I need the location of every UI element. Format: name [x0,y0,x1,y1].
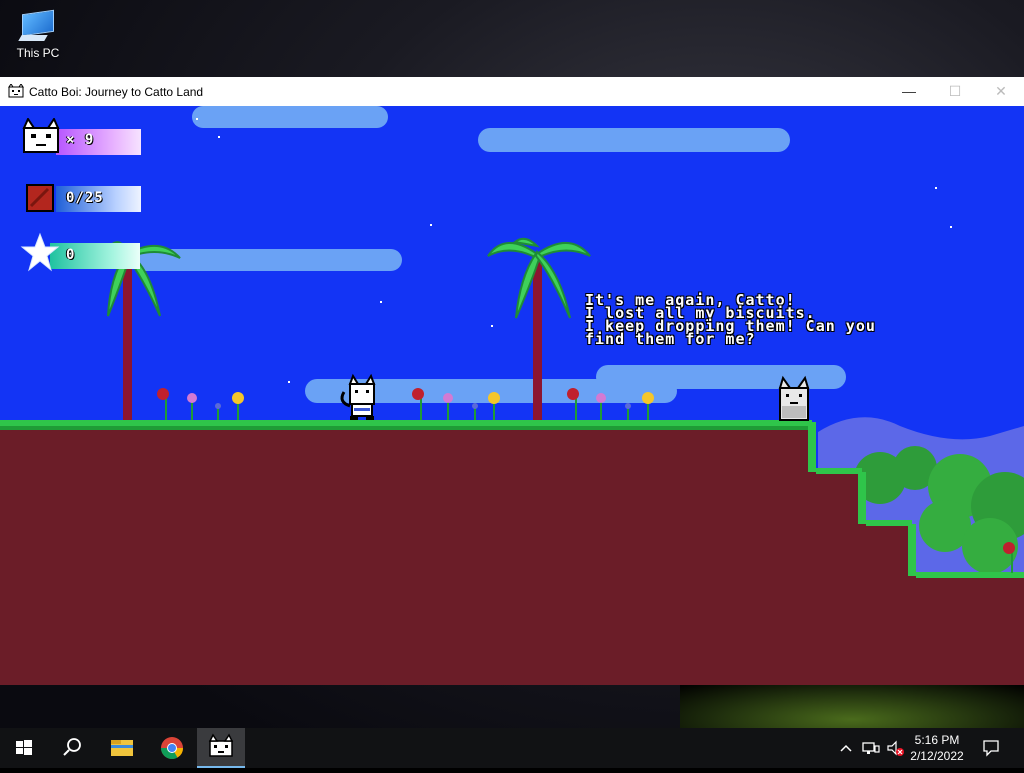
folder-icon [111,740,133,756]
search-button[interactable] [48,728,96,768]
grass-top [0,420,812,426]
npc-catto-sprite [778,375,810,421]
wallpaper-glow [680,685,1024,728]
chevron-up-icon[interactable] [838,740,854,756]
stars-bar [50,243,140,269]
start-button[interactable] [0,728,48,768]
catto-app-icon [208,733,234,757]
grass-step [858,472,866,524]
flower-patch [412,388,500,420]
catto-app-icon [8,84,24,98]
grass-edge [0,426,812,430]
biscuits-count: 0/25 [66,190,104,206]
player-catto-sprite [340,373,376,420]
computer-icon [18,8,58,41]
npc-dialog-text: It's me again, Catto! I lost all my bisc… [585,293,1015,347]
notifications-icon[interactable] [982,739,1000,757]
biscuit-icon [26,184,54,212]
close-button[interactable]: ✕ [978,77,1024,106]
file-explorer-button[interactable] [98,728,146,768]
window-title: Catto Boi: Journey to Catto Land [29,85,204,99]
grass-step [816,468,862,474]
grass-step [808,422,816,472]
this-pc-desktop-icon[interactable]: This PC [10,8,66,60]
taskbar: 5:16 PM 2/12/2022 [0,728,1024,768]
search-icon [63,738,81,756]
stars-count: 0 [66,247,76,263]
grass-step [908,524,916,576]
grass-step [866,520,912,526]
game-window: Catto Boi: Journey to Catto Land — ☐ ✕ ×… [0,77,1024,685]
network-icon[interactable] [862,740,880,756]
star-icon [20,232,60,272]
minimize-button[interactable]: — [886,77,932,106]
clock-time: 5:16 PM [914,733,960,747]
title-bar[interactable]: Catto Boi: Journey to Catto Land — ☐ ✕ [0,77,1024,106]
grass-step [916,572,1024,578]
chrome-icon [161,737,183,759]
system-clock[interactable]: 5:16 PM 2/12/2022 [902,732,972,764]
catto-boi-taskbar-button[interactable] [197,728,245,768]
clock-date: 2/12/2022 [910,749,964,763]
flower-patch [567,388,654,420]
lives-count: × 9 [66,132,95,148]
this-pc-label: This PC [16,46,60,60]
cat-head-icon [22,118,60,153]
flower-patch [157,388,244,420]
game-canvas[interactable]: × 9 0/25 0 It's me again, Catto! I lost … [0,106,1024,685]
chrome-button[interactable] [148,728,196,768]
maximize-button[interactable]: ☐ [932,77,978,106]
game-scene [0,237,1024,685]
windows-start-icon [16,740,32,755]
